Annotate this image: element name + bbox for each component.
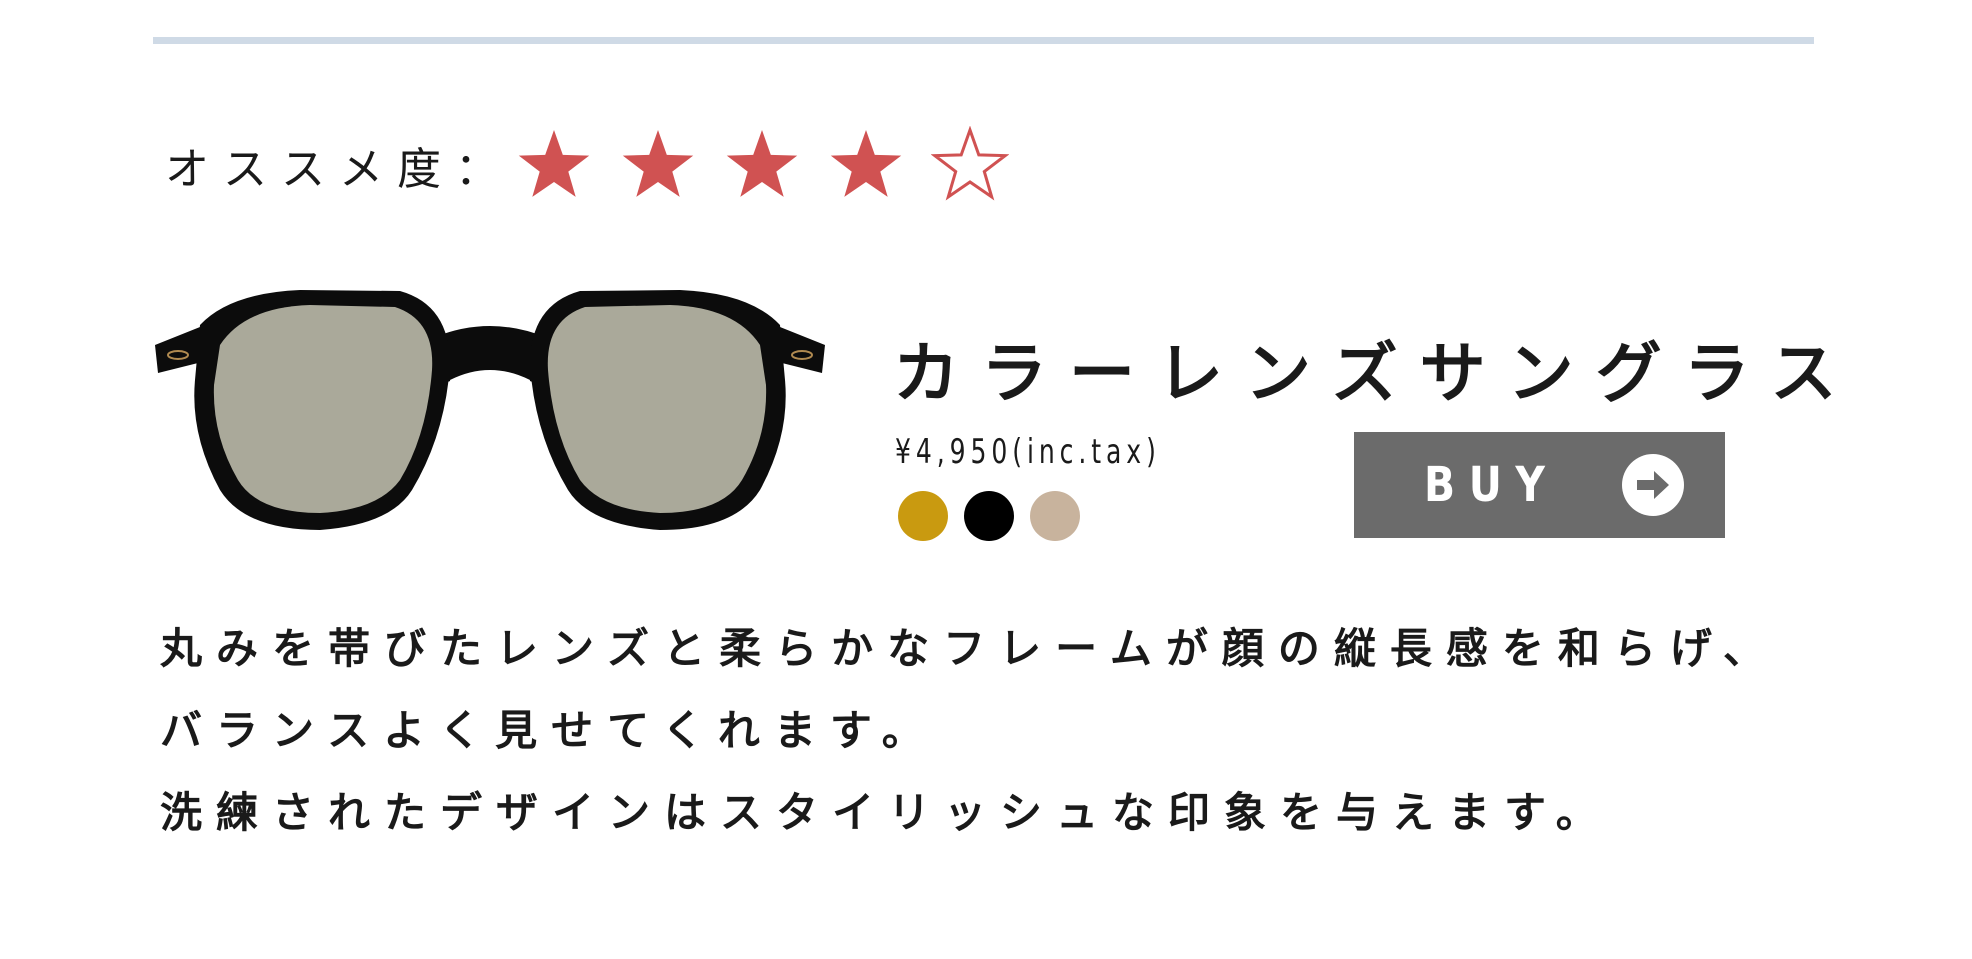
star-filled-icon [518, 130, 590, 197]
top-divider [153, 37, 1814, 44]
buy-button-label: BUY [1424, 457, 1559, 513]
description-line: バランスよく見せてくれます。 [160, 706, 938, 755]
black-swatch[interactable] [964, 491, 1014, 541]
sunglasses-image [155, 290, 825, 530]
beige-swatch[interactable] [1030, 491, 1080, 541]
star-filled-icon [622, 130, 694, 197]
description-line: 丸みを帯びたレンズと柔らかなフレームが顔の縦長感を和らげ、 [160, 624, 1779, 673]
product-description: 丸みを帯びたレンズと柔らかなフレームが顔の縦長感を和らげ、 バランスよく見せてくれ… [160, 608, 1840, 854]
arrow-right-icon [1622, 454, 1684, 516]
star-empty-icon [931, 126, 1009, 201]
product-price: ¥4,950(inc.tax) [895, 432, 1161, 472]
rating-stars [515, 126, 1035, 204]
recommendation-rating: オススメ度： [165, 120, 1035, 210]
buy-button[interactable]: BUY [1354, 432, 1725, 538]
yellow-swatch[interactable] [898, 491, 948, 541]
star-filled-icon [830, 130, 902, 197]
color-swatches [898, 491, 1096, 541]
rating-label: オススメ度： [165, 144, 513, 195]
description-line: 洗練されたデザインはスタイリッシュな印象を与えます。 [160, 788, 1612, 837]
product-name: カラーレンズサングラス [893, 335, 1859, 412]
star-filled-icon [726, 130, 798, 197]
